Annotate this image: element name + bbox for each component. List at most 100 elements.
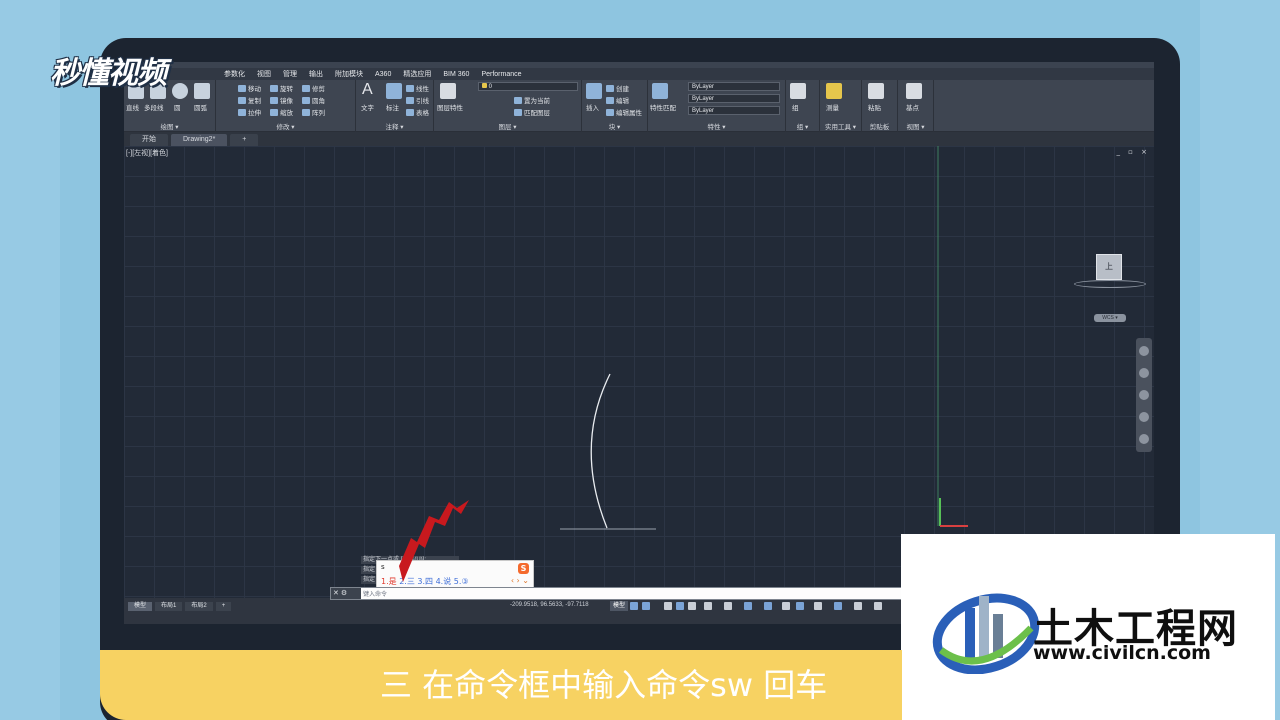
copy-button[interactable]: 复制 — [238, 95, 261, 105]
ribbon-group-title[interactable]: 块 ▾ — [582, 121, 647, 131]
layer-dropdown[interactable]: 0 — [478, 82, 578, 91]
viewcube[interactable]: 上 — [1096, 254, 1122, 280]
dynamic-input-icon[interactable] — [676, 602, 684, 610]
workspace-icon[interactable] — [854, 602, 862, 610]
move-button[interactable]: 移动 — [238, 83, 261, 93]
insert-button[interactable]: 插入 — [586, 102, 599, 112]
tab-drawing2[interactable]: Drawing2* — [171, 134, 228, 146]
3d-osnap-icon[interactable] — [834, 602, 842, 610]
layer-value: 0 — [488, 84, 493, 90]
wrench-icon[interactable]: ⚙ — [341, 589, 349, 597]
menu-item-bim360[interactable]: BIM 360 — [443, 71, 469, 78]
menu-item-manage[interactable]: 管理 — [283, 69, 297, 79]
infer-constraints-icon[interactable] — [664, 602, 672, 610]
isodraft-icon[interactable] — [724, 602, 732, 610]
linear-button[interactable]: 线性 — [406, 83, 429, 93]
rotate-button[interactable]: 旋转 — [270, 83, 293, 93]
leader-button[interactable]: 引线 — [406, 95, 429, 105]
command-history-line: 指定 — [361, 576, 377, 584]
measure-button[interactable]: 测量 — [826, 102, 839, 112]
menu-item-parametric[interactable]: 参数化 — [224, 69, 245, 79]
mirror-button[interactable]: 镜像 — [270, 95, 293, 105]
add-layout-button[interactable]: + — [215, 602, 232, 611]
tab-start[interactable]: 开始 — [130, 134, 168, 146]
menu-item-addins[interactable]: 附加模块 — [335, 69, 363, 79]
scale-button[interactable]: 缩放 — [270, 107, 293, 117]
ribbon-group-title[interactable]: 组 ▾ — [786, 121, 819, 131]
menu-item-output[interactable]: 输出 — [309, 69, 323, 79]
object-snap-tracking-icon[interactable] — [744, 602, 752, 610]
ribbon-group-title[interactable]: 视图 ▾ — [898, 121, 933, 131]
transparency-icon[interactable] — [796, 602, 804, 610]
menu-item-view[interactable]: 视图 — [257, 69, 271, 79]
command-input[interactable]: 键入命令 — [363, 589, 387, 598]
layout-tabs: 模型 布局1 布局2 + — [128, 602, 232, 611]
new-tab-button[interactable]: + — [230, 134, 259, 146]
menu-item-a360[interactable]: A360 — [375, 71, 391, 78]
circle-button[interactable]: 圆 — [174, 102, 181, 112]
menu-item-performance[interactable]: Performance — [481, 71, 521, 78]
polar-icon[interactable] — [704, 602, 712, 610]
grid-icon[interactable] — [630, 602, 638, 610]
edit-attr-button[interactable]: 编辑属性 — [606, 107, 642, 117]
steering-wheel-icon[interactable] — [1139, 346, 1149, 356]
wcs-dropdown[interactable]: WCS ▾ — [1094, 314, 1126, 322]
tab-layout2[interactable]: 布局2 — [185, 602, 213, 611]
lineweight-dropdown[interactable]: ByLayer — [688, 106, 780, 115]
match-layer-label: 匹配图层 — [524, 110, 550, 117]
base-point-button[interactable]: 基点 — [906, 102, 919, 112]
viewcube-compass-ring[interactable] — [1074, 280, 1146, 288]
circle-icon — [172, 83, 188, 99]
line-button[interactable]: 直线 — [126, 102, 139, 112]
zoom-icon[interactable] — [1139, 390, 1149, 400]
stretch-icon — [238, 108, 246, 116]
ribbon-group-title[interactable]: 实用工具 ▾ — [820, 121, 861, 131]
object-snap-icon[interactable] — [764, 602, 772, 610]
ribbon-group-title[interactable]: 图层 ▾ — [434, 121, 581, 131]
layer-properties-button[interactable]: 图层特性 — [437, 102, 463, 112]
edit-block-button[interactable]: 编辑 — [606, 95, 629, 105]
trim-button[interactable]: 修剪 — [302, 83, 325, 93]
snap-icon[interactable] — [642, 602, 650, 610]
arc-button[interactable]: 圆弧 — [194, 102, 207, 112]
text-button[interactable]: 文字 — [361, 102, 374, 112]
ribbon-group-title[interactable]: 剪贴板 — [862, 121, 897, 131]
lineweight-icon[interactable] — [782, 602, 790, 610]
menu-item-featured-apps[interactable]: 精选应用 — [403, 69, 431, 79]
ribbon-group-title[interactable]: 绘图 ▾ — [124, 121, 215, 131]
match-layer-button[interactable]: 匹配图层 — [514, 107, 550, 117]
drawn-arc[interactable] — [590, 373, 611, 529]
table-button[interactable]: 表格 — [406, 107, 429, 117]
paste-button[interactable]: 粘贴 — [868, 102, 881, 112]
ribbon: 直线 多段线 圆 圆弧 绘图 ▾ 移动 旋转 修剪 复制 镜像 圆角 拉伸 缩放… — [124, 80, 1154, 132]
color-dropdown[interactable]: ByLayer — [688, 82, 780, 91]
annotation-monitor-icon[interactable] — [874, 602, 882, 610]
fillet-button[interactable]: 圆角 — [302, 95, 325, 105]
drawing-canvas[interactable]: [-][左视][着色] _ ▫ × 上 WCS ▾ — [124, 146, 1154, 598]
ribbon-group-title[interactable]: 特性 ▾ — [648, 121, 785, 131]
set-current-button[interactable]: 置为当前 — [514, 95, 550, 105]
array-label: 阵列 — [312, 110, 325, 117]
dimension-button[interactable]: 标注 — [386, 102, 399, 112]
array-button[interactable]: 阵列 — [302, 107, 325, 117]
match-properties-button[interactable]: 特性匹配 — [650, 102, 676, 112]
model-space-button[interactable]: 模型 — [610, 601, 629, 611]
tab-layout1[interactable]: 布局1 — [155, 602, 183, 611]
subtitle-text: 三 在命令框中输入命令sw 回车 — [380, 666, 828, 704]
showmotion-icon[interactable] — [1139, 434, 1149, 444]
ime-page-nav[interactable]: ‹ › ⌄ — [511, 576, 529, 585]
ortho-icon[interactable] — [688, 602, 696, 610]
selection-cycling-icon[interactable] — [814, 602, 822, 610]
edit-icon — [606, 96, 614, 104]
create-block-button[interactable]: 创建 — [606, 83, 629, 93]
tab-model[interactable]: 模型 — [128, 602, 153, 611]
linetype-dropdown[interactable]: ByLayer — [688, 94, 780, 103]
polyline-button[interactable]: 多段线 — [144, 102, 164, 112]
orbit-icon[interactable] — [1139, 412, 1149, 422]
ribbon-group-title[interactable]: 修改 ▾ — [216, 121, 355, 131]
pan-icon[interactable] — [1139, 368, 1149, 378]
close-icon[interactable]: ✕ — [333, 589, 341, 597]
group-button[interactable]: 组 — [792, 102, 799, 112]
stretch-button[interactable]: 拉伸 — [238, 107, 261, 117]
ribbon-group-title[interactable]: 注释 ▾ — [356, 121, 433, 131]
